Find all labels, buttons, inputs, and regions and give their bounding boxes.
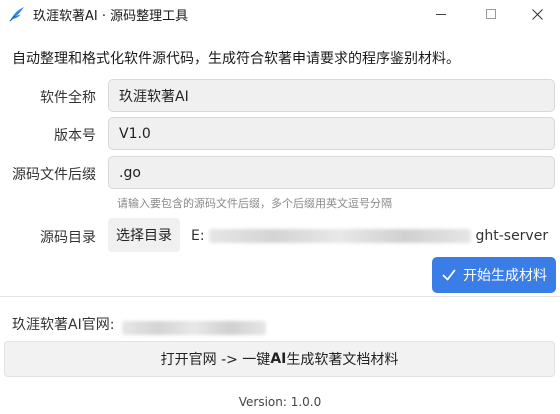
start-generate-label: 开始生成材料 [463, 268, 547, 284]
app-logo-icon [9, 7, 24, 22]
maximize-button[interactable] [468, 0, 514, 28]
suffix-hint: 请输入要包含的源码文件后缀，多个后缀用英文逗号分隔 [117, 197, 392, 210]
divider [0, 296, 560, 297]
version-input[interactable]: V1.0 [108, 117, 555, 150]
open-website-prefix: 打开官网 -> 一键 [160, 352, 271, 368]
open-website-suffix: 生成软著文档材料 [286, 352, 399, 368]
suffix-input[interactable]: .go [108, 156, 555, 189]
title-bar: 玖涯软著AI · 源码整理工具 [0, 0, 560, 28]
window-title: 玖涯软著AI · 源码整理工具 [33, 9, 189, 24]
source-dir-path-start: E: [191, 228, 205, 244]
choose-directory-button[interactable]: 选择目录 [108, 218, 180, 252]
site-url-redacted[interactable] [122, 317, 266, 336]
start-generate-button[interactable]: 开始生成材料 [432, 257, 556, 293]
version-text: Version: 1.0.0 [238, 395, 322, 409]
close-button[interactable] [514, 0, 560, 28]
software-name-input[interactable]: 玖涯软著AI [108, 79, 555, 112]
site-label: 玖涯软著AI官网: [12, 317, 115, 333]
description-text: 自动整理和格式化软件源代码，生成符合软著申请要求的程序鉴别材料。 [12, 51, 460, 67]
source-dir-path: E: ght-server [191, 228, 548, 244]
source-dir-path-end: ght-server [475, 228, 549, 244]
maximize-icon [486, 9, 496, 19]
open-website-bold: AI [270, 351, 287, 367]
open-website-button[interactable]: 打开官网 -> 一键 AI 生成软著文档材料 [4, 341, 555, 377]
source-dir-label: 源码目录 [40, 230, 96, 246]
version-label: 版本号 [54, 128, 96, 144]
minimize-icon [436, 13, 446, 15]
check-icon [442, 269, 456, 281]
minimize-button[interactable] [418, 0, 464, 28]
redacted-path [209, 229, 472, 243]
suffix-label: 源码文件后缀 [12, 167, 96, 183]
close-icon [531, 8, 543, 20]
software-name-label: 软件全称 [40, 90, 96, 106]
